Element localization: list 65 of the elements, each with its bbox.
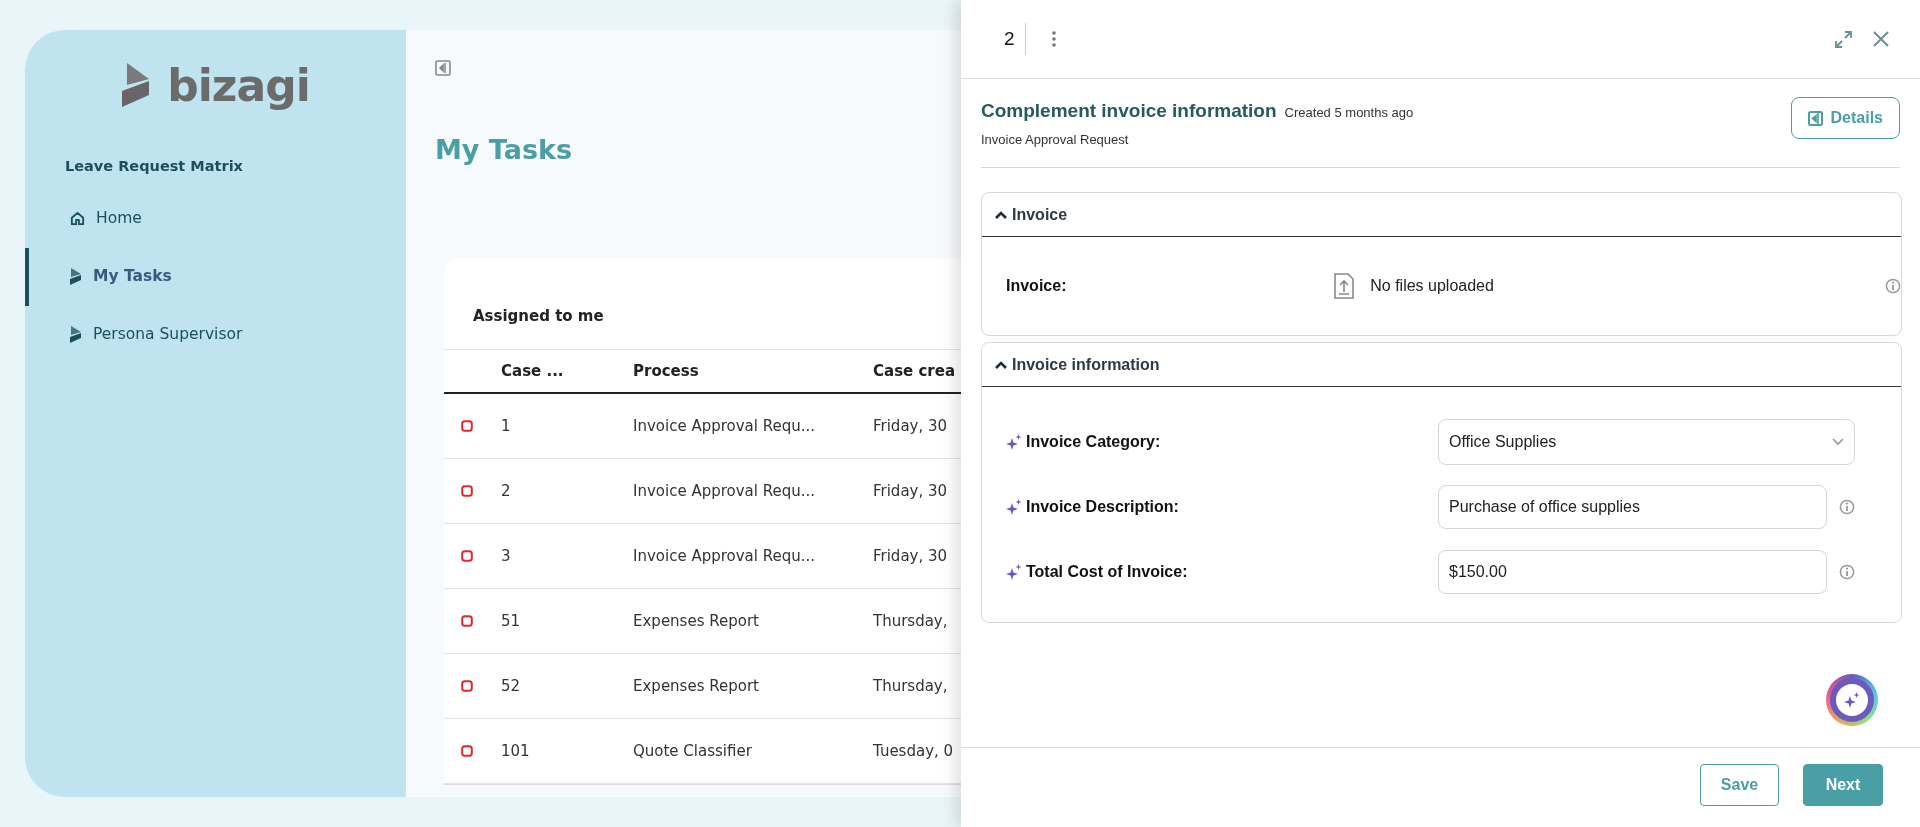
status-icon [461,615,473,628]
panel-icon [1807,110,1823,126]
table-cell: 51 [501,612,521,631]
table-cell: Invoice Approval Requ... [633,482,816,501]
table-cell: Friday, 30 [873,547,948,566]
table-cell: 52 [501,677,521,696]
status-icon [461,420,473,433]
column-header[interactable]: Process [622,360,862,383]
upload-file-icon[interactable] [1334,273,1355,299]
collapse-sidebar-icon[interactable] [435,60,451,76]
table-cell: Thursday, [873,677,948,696]
table-cell: Friday, 30 [873,482,948,501]
table-cell: Expenses Report [633,612,759,631]
logo-icon [121,63,152,109]
created-time: Created 5 months ago [1284,104,1414,122]
task-title: Complement invoice information [981,99,1277,123]
process-name: Invoice Approval Request [981,130,1130,149]
status-icon [461,485,473,498]
table-cell: Thursday, [873,612,948,631]
input-field[interactable]: $150.00 [1438,549,1827,594]
home-icon [69,210,86,228]
file-status: No files uploaded [1370,276,1494,296]
status-icon [461,745,473,758]
case-number: 2 [1004,23,1026,55]
section-header[interactable]: Invoice [982,193,1901,237]
chevron-up-icon [994,209,1008,220]
section-header[interactable]: Invoice information [982,343,1901,387]
column-header[interactable]: Case crea [862,360,956,383]
table-cell: Tuesday, 0 [873,742,954,761]
table-cell: Quote Classifier [633,742,752,761]
info-icon[interactable] [1839,563,1855,580]
column-header[interactable]: Case ... [490,360,622,383]
field-label: Total Cost of Invoice: [1026,561,1188,582]
table-cell: Expenses Report [633,677,759,696]
sidebar-item[interactable]: Home [25,189,406,248]
category-select[interactable]: Office Supplies [1438,418,1855,465]
table-cell: 101 [501,742,530,761]
ai-assistant-button[interactable] [1826,674,1878,726]
field-label: Invoice Description: [1026,496,1179,517]
expand-icon[interactable] [1835,30,1852,48]
table-title: Assigned to me [473,305,604,327]
caret-icon [1832,437,1844,446]
status-icon [461,680,473,693]
field-label: Invoice: [1006,276,1067,296]
chevron-logo-icon [69,268,83,286]
input-field[interactable]: Purchase of office supplies [1438,484,1827,529]
page-title: My Tasks [435,134,574,167]
table-cell: 2 [501,482,511,501]
table-cell: 1 [501,417,511,436]
table-cell: Friday, 30 [873,417,948,436]
table-cell: Invoice Approval Requ... [633,547,816,566]
app-title: Leave Request Matrix [65,157,244,176]
status-icon [461,550,473,563]
info-icon[interactable] [1885,278,1901,294]
chevron-logo-icon [69,326,83,344]
kebab-menu-icon[interactable] [1051,31,1056,47]
field-label: Invoice Category: [1026,431,1161,452]
logo-text: bizagi [167,64,310,108]
table-cell: Invoice Approval Requ... [633,417,816,436]
sidebar-item[interactable]: Persona Supervisor [25,305,406,364]
info-icon[interactable] [1839,498,1855,515]
table-cell: 3 [501,547,511,566]
close-icon[interactable] [1872,30,1890,48]
chevron-up-icon [994,359,1008,370]
sparkle-icon [1844,692,1860,708]
